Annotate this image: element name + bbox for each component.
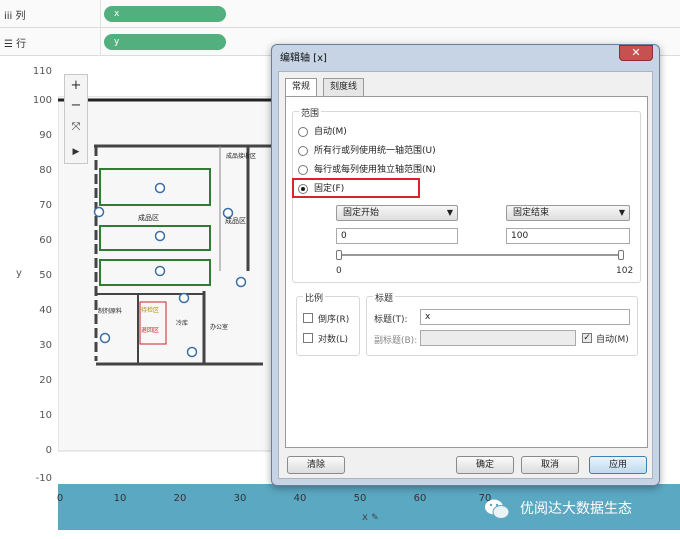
ok-button[interactable]: 确定 xyxy=(456,456,514,474)
floorplan-label: 成品接收区 xyxy=(226,152,256,160)
y-tick: 110 xyxy=(32,66,52,77)
shelf-divider xyxy=(100,0,101,28)
fixed-end-dropdown[interactable]: 固定结束 ▼ xyxy=(506,205,630,221)
dropdown-arrow-icon: ▼ xyxy=(618,208,625,217)
floorplan-label: 成品区 xyxy=(225,216,246,225)
watermark-text: 优阅达大数据生态 xyxy=(520,501,632,517)
slider-max-label: 102 xyxy=(616,266,634,276)
auto-subtitle-checkbox[interactable]: ✓ xyxy=(582,333,592,343)
log-checkbox[interactable] xyxy=(303,333,313,343)
y-axis-title: y xyxy=(16,268,22,279)
floorplan-image: 成品区 成品区 成品接收区 制剂原料 退回区 待检区 冷库 办公室 xyxy=(58,96,272,456)
auto-subtitle-label: 自动(M) xyxy=(596,335,629,345)
zoom-in-button[interactable]: + xyxy=(67,77,85,95)
marker xyxy=(99,332,111,344)
marker xyxy=(93,206,105,218)
x-tick: 10 xyxy=(113,493,127,504)
subtitle-label: 副标题(B): xyxy=(374,336,418,346)
x-tick: 30 xyxy=(233,493,247,504)
title-group-title: 标题 xyxy=(373,291,396,304)
reversed-label: 倒序(R) xyxy=(318,315,350,325)
floorplan-label: 制剂原料 xyxy=(98,307,122,315)
log-label: 对数(L) xyxy=(318,335,349,345)
columns-shelf-label: iii 列 xyxy=(4,11,26,22)
floorplan-label: 冷库 xyxy=(176,319,188,327)
marker xyxy=(154,265,166,277)
edit-axis-dialog: 编辑轴 [x] ✕ 常规 刻度线 范围 自动(M) 所有行或列使用统一轴范围(U… xyxy=(271,44,660,486)
y-tick: 100 xyxy=(32,95,52,106)
y-tick: 30 xyxy=(39,340,52,351)
x-tick: 20 xyxy=(173,493,187,504)
cancel-button[interactable]: 取消 xyxy=(521,456,579,474)
close-icon[interactable]: ✕ xyxy=(619,45,653,61)
y-tick: 90 xyxy=(39,130,52,141)
marker xyxy=(154,230,166,242)
rows-pill-y[interactable]: y xyxy=(104,34,226,50)
slider-min-label: 0 xyxy=(336,266,342,276)
x-tick: 40 xyxy=(293,493,307,504)
columns-icon: iii xyxy=(4,11,13,22)
marker xyxy=(186,346,198,358)
columns-pill-x[interactable]: x xyxy=(104,6,226,22)
x-tick: 60 xyxy=(413,493,427,504)
map-toolbar: + − ⤧ ▶ xyxy=(64,74,88,164)
y-tick: 80 xyxy=(39,165,52,176)
y-tick: -10 xyxy=(35,473,52,484)
fixed-start-input[interactable]: 0 xyxy=(336,228,458,244)
reset-axes-icon[interactable]: ⤧ xyxy=(67,118,85,136)
rows-shelf-label: ☰ 行 xyxy=(4,39,27,50)
zoom-out-button[interactable]: − xyxy=(67,97,85,115)
floorplan-label: 退回区 xyxy=(141,326,159,334)
apply-button[interactable]: 应用 xyxy=(589,456,647,474)
fixed-start-dropdown[interactable]: 固定开始 ▼ xyxy=(336,205,458,221)
range-slider-start-handle[interactable] xyxy=(336,250,342,260)
floorplan-label: 待检区 xyxy=(141,306,159,314)
x-tick: 50 xyxy=(353,493,367,504)
radio-button[interactable] xyxy=(298,165,308,175)
radio-button[interactable] xyxy=(298,146,308,156)
title-input[interactable]: x xyxy=(420,309,630,325)
y-tick: 50 xyxy=(39,270,52,281)
tab-general[interactable]: 常规 xyxy=(285,78,318,97)
scale-group-title: 比例 xyxy=(303,291,326,304)
rows-icon: ☰ xyxy=(4,39,13,50)
scale-group: 比例 xyxy=(296,291,360,356)
wechat-icon xyxy=(485,499,510,519)
dialog-body: 常规 刻度线 范围 自动(M) 所有行或列使用统一轴范围(U) 每行或每列使用独… xyxy=(278,71,653,479)
fixed-highlight-box xyxy=(292,178,420,198)
range-slider-track[interactable] xyxy=(338,254,624,256)
y-tick: 0 xyxy=(45,445,52,456)
fixed-end-input[interactable]: 100 xyxy=(506,228,630,244)
expand-toolbar-button[interactable]: ▶ xyxy=(67,143,85,161)
shelf-divider xyxy=(100,28,101,56)
range-slider-end-handle[interactable] xyxy=(618,250,624,260)
dialog-title: 编辑轴 [x] xyxy=(280,53,327,64)
y-tick: 10 xyxy=(39,410,52,421)
subtitle-input[interactable] xyxy=(420,330,576,346)
tab-tick-marks[interactable]: 刻度线 xyxy=(323,78,365,96)
floorplan-label: 办公室 xyxy=(210,323,228,331)
reversed-checkbox[interactable] xyxy=(303,313,313,323)
marker xyxy=(154,182,166,194)
pin-icon: ✎ xyxy=(371,513,379,523)
clear-button[interactable]: 清除 xyxy=(287,456,345,474)
y-tick: 70 xyxy=(39,200,52,211)
radio-button[interactable] xyxy=(298,127,308,137)
columns-shelf[interactable]: iii 列 x xyxy=(0,0,680,28)
floorplan-label: 成品区 xyxy=(138,213,159,222)
x-tick: 0 xyxy=(56,493,64,504)
dropdown-arrow-icon: ▼ xyxy=(446,208,453,217)
x-axis-title: x ✎ xyxy=(362,512,379,523)
range-group-title: 范围 xyxy=(299,106,322,119)
title-group: 标题 xyxy=(366,291,638,356)
y-tick: 60 xyxy=(39,235,52,246)
y-tick: 20 xyxy=(39,375,52,386)
y-tick: 40 xyxy=(39,305,52,316)
title-label: 标题(T): xyxy=(374,315,408,325)
marker xyxy=(178,292,190,304)
marker xyxy=(235,276,247,288)
watermark: 优阅达大数据生态 xyxy=(484,494,670,524)
